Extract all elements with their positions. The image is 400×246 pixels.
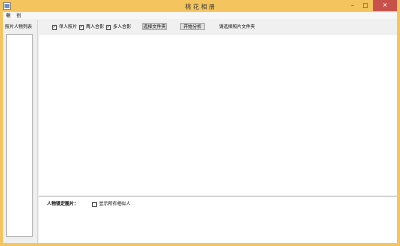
close-button[interactable]: ✕ bbox=[373, 0, 397, 11]
photo-area[interactable]: ✓ 单人照片 ✓ 两人合影 ✓ 多人合影 选择文件夹 开始分析 请选择照片文件夹 bbox=[39, 20, 397, 195]
two-person-label: 两人合影 bbox=[86, 25, 104, 30]
person-list-title: 照片人物列表 bbox=[5, 25, 32, 30]
single-photo-label: 单人照片 bbox=[59, 25, 77, 30]
app-window: 朝 别 照片人物列表 ✓ 单人照片 ✓ 两人合影 ✓ 多人合影 选择文件夹 开始… bbox=[3, 12, 397, 243]
window-title: 桃 花 相 册 bbox=[185, 4, 215, 11]
single-photo-checkbox[interactable]: ✓ 单人照片 bbox=[52, 24, 77, 30]
close-icon: ✕ bbox=[382, 2, 388, 9]
show-similar-label: 显示所有相似人 bbox=[99, 202, 131, 207]
group-photo-checkbox[interactable]: ✓ 多人合影 bbox=[106, 24, 131, 30]
group-photo-label: 多人合影 bbox=[113, 25, 131, 30]
maximize-button[interactable]: □ bbox=[360, 0, 371, 11]
checkmark-icon: ✓ bbox=[52, 24, 57, 30]
checkmark-icon: ✓ bbox=[106, 24, 111, 30]
start-analysis-button[interactable]: 开始分析 bbox=[180, 23, 205, 30]
select-folder-button[interactable]: 选择文件夹 bbox=[142, 23, 167, 30]
show-similar-checkbox[interactable]: 显示所有相似人 bbox=[92, 201, 131, 207]
status-text: 请选择照片文件夹 bbox=[219, 25, 255, 30]
title-bar: 桃 花 相 册 – □ ✕ bbox=[0, 0, 400, 12]
locked-person-panel: 人物锁定图片： 显示所有相似人 bbox=[39, 196, 397, 243]
locked-person-label: 人物锁定图片： bbox=[47, 202, 79, 207]
menu-item-2[interactable]: 别 bbox=[14, 13, 25, 19]
toolbar: ✓ 单人照片 ✓ 两人合影 ✓ 多人合影 选择文件夹 开始分析 请选择照片文件夹 bbox=[39, 20, 397, 35]
minimize-icon: – bbox=[351, 2, 354, 9]
checkbox-icon bbox=[92, 201, 97, 207]
two-person-checkbox[interactable]: ✓ 两人合影 bbox=[79, 24, 104, 30]
menu-item-1[interactable]: 朝 bbox=[3, 13, 14, 19]
left-panel: 照片人物列表 bbox=[3, 20, 38, 243]
person-list[interactable] bbox=[6, 34, 33, 237]
checkmark-icon: ✓ bbox=[79, 24, 84, 30]
minimize-button[interactable]: – bbox=[347, 0, 358, 11]
menu-bar: 朝 别 bbox=[3, 12, 397, 19]
maximize-icon: □ bbox=[362, 2, 369, 9]
